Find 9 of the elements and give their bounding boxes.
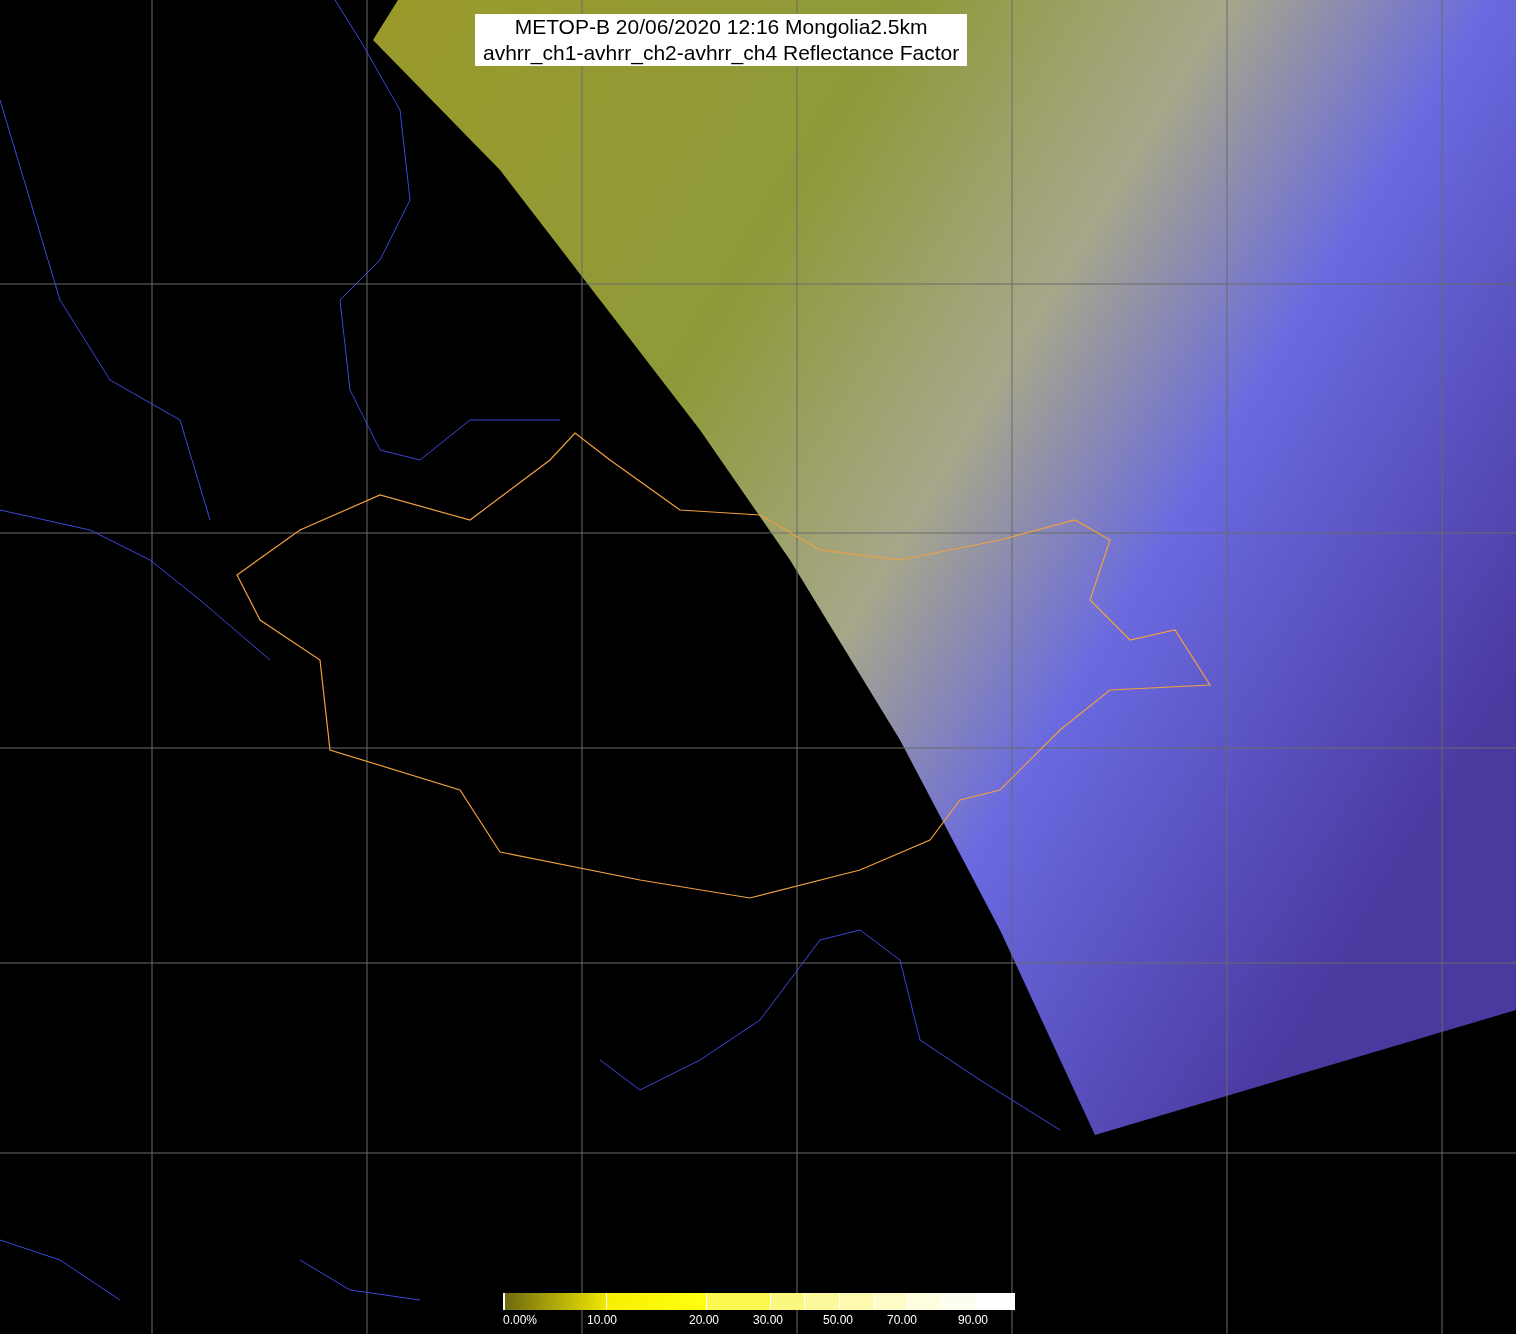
scale-label: 0.00% xyxy=(503,1312,538,1329)
title-text: avhrr_ch1-avhrr_ch2-avhrr_ch4 Reflectance Factor xyxy=(483,40,960,66)
scale-label: 70.00 xyxy=(887,1312,918,1329)
scale-label: 20.00 xyxy=(689,1312,720,1329)
scale-label: 30.00 xyxy=(753,1312,784,1329)
title-text: METOP-B 20/06/2020 12:16 Mongolia2.5km xyxy=(514,14,928,40)
scale-label: 50.00 xyxy=(823,1312,854,1329)
scale-label: 90.00 xyxy=(958,1312,989,1329)
scale-label: 10.00 xyxy=(587,1312,618,1329)
